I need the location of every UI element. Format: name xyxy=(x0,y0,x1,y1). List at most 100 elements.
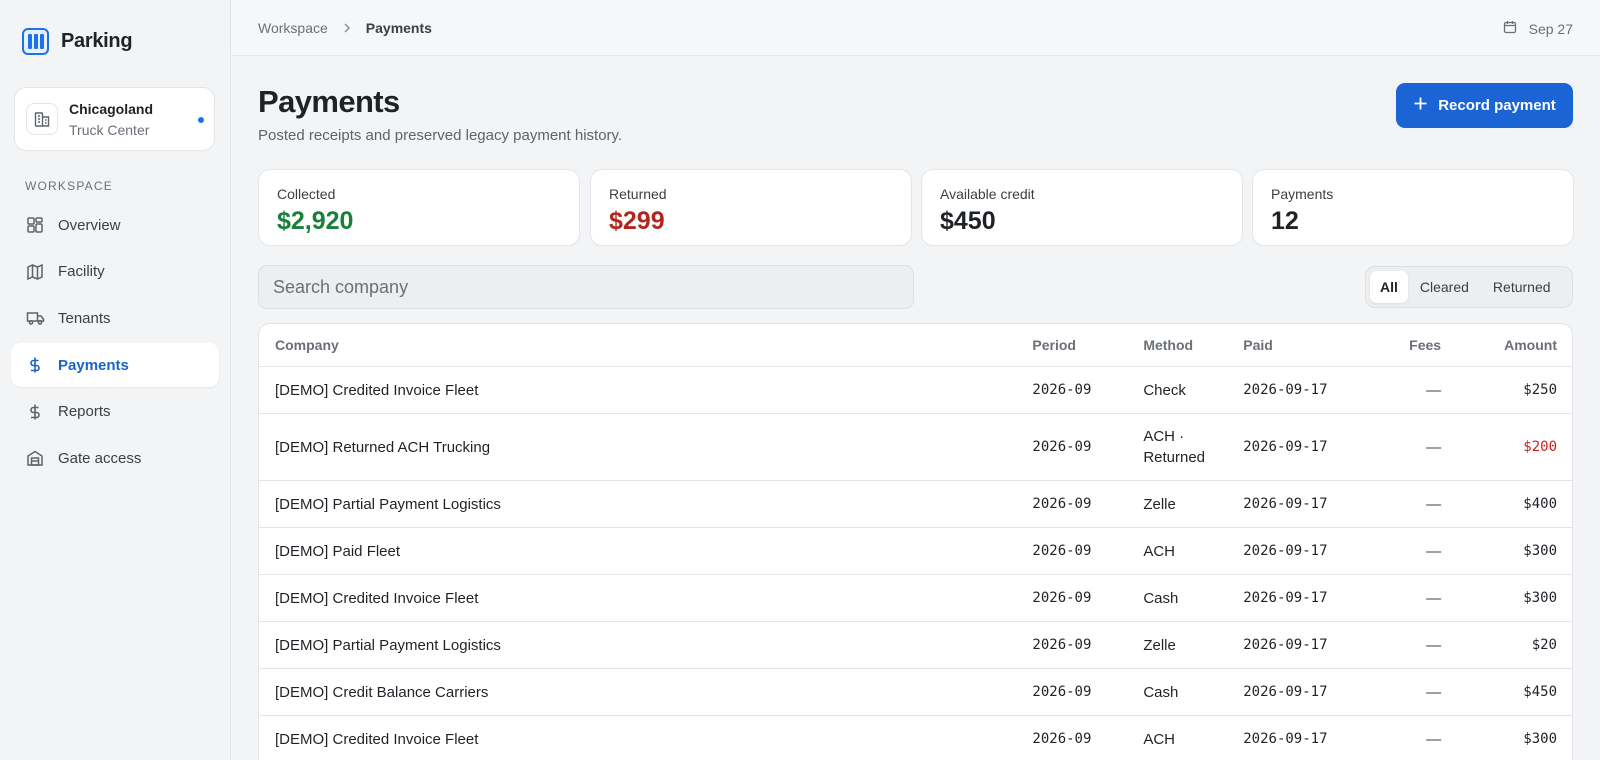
cell-amount: $200 xyxy=(1523,439,1557,455)
stat-card-available-credit: Available credit $450 xyxy=(921,169,1243,246)
record-payment-button[interactable]: Record payment xyxy=(1396,83,1573,128)
sidebar: Parking Chicagoland Truck Center WORKSPA… xyxy=(0,0,231,760)
cell-method: Zelle xyxy=(1143,636,1176,654)
column-header-fees[interactable]: Fees xyxy=(1393,337,1441,353)
stat-label: Collected xyxy=(277,186,336,202)
breadcrumb: Workspace Payments xyxy=(258,20,432,36)
cell-company: [DEMO] Credited Invoice Fleet xyxy=(275,381,479,399)
column-header-amount[interactable]: Amount xyxy=(1441,337,1572,353)
cell-period: 2026-09 xyxy=(1032,543,1092,559)
sidebar-nav: Overview Facility Tenants Payments Repor… xyxy=(11,203,219,483)
cell-company: [DEMO] Paid Fleet xyxy=(275,542,401,560)
table-row[interactable]: [DEMO] Paid Fleet 2026-09 ACH 2026-09-17… xyxy=(259,528,1572,575)
current-date: Sep 27 xyxy=(1528,20,1573,37)
sidebar-item-label: Reports xyxy=(58,403,111,421)
table-row[interactable]: [DEMO] Partial Payment Logistics 2026-09… xyxy=(259,622,1572,669)
breadcrumb-current: Payments xyxy=(365,20,432,36)
cell-fees: — xyxy=(1426,495,1442,513)
cell-amount: $250 xyxy=(1523,382,1557,398)
breadcrumb-workspace[interactable]: Workspace xyxy=(258,20,328,36)
filter-cleared[interactable]: Cleared xyxy=(1408,271,1481,303)
table-row[interactable]: [DEMO] Credited Invoice Fleet 2026-09 AC… xyxy=(259,716,1572,760)
cell-amount: $450 xyxy=(1523,684,1557,700)
cell-fees: — xyxy=(1426,542,1442,560)
stat-label: Available credit xyxy=(940,186,1035,202)
topbar: Workspace Payments Sep 27 xyxy=(231,0,1600,56)
search-input[interactable] xyxy=(258,265,914,309)
record-payment-label: Record payment xyxy=(1438,97,1556,114)
org-switcher[interactable]: Chicagoland Truck Center xyxy=(14,87,215,151)
calendar-icon xyxy=(1503,20,1517,37)
table-row[interactable]: [DEMO] Returned ACH Trucking 2026-09 ACH… xyxy=(259,414,1572,481)
cell-period: 2026-09 xyxy=(1032,590,1092,606)
cell-company: [DEMO] Partial Payment Logistics xyxy=(275,636,501,654)
sidebar-item-reports[interactable]: Reports xyxy=(11,390,219,434)
sidebar-item-overview[interactable]: Overview xyxy=(11,203,219,247)
cell-company: [DEMO] Credit Balance Carriers xyxy=(275,683,489,701)
map-icon xyxy=(25,262,45,282)
table-row[interactable]: [DEMO] Credited Invoice Fleet 2026-09 Ch… xyxy=(259,367,1572,414)
cell-method: Check xyxy=(1143,381,1186,399)
sidebar-item-label: Facility xyxy=(58,263,105,281)
cell-method: ACH · Returned xyxy=(1143,426,1243,468)
sidebar-item-label: Gate access xyxy=(58,449,142,467)
cell-fees: — xyxy=(1426,589,1442,607)
gate-icon xyxy=(25,448,45,468)
cell-paid: 2026-09-17 xyxy=(1243,382,1328,398)
table-row[interactable]: [DEMO] Credited Invoice Fleet 2026-09 Ca… xyxy=(259,575,1572,622)
date-display[interactable]: Sep 27 xyxy=(1503,20,1573,37)
cell-fees: — xyxy=(1426,636,1442,654)
sidebar-item-facility[interactable]: Facility xyxy=(11,250,219,294)
sidebar-item-tenants[interactable]: Tenants xyxy=(11,296,219,340)
status-dot xyxy=(198,117,204,123)
section-label-workspace: WORKSPACE xyxy=(25,179,113,193)
cell-amount: $300 xyxy=(1523,543,1557,559)
cell-company: [DEMO] Credited Invoice Fleet xyxy=(275,589,479,607)
stat-label: Returned xyxy=(609,186,667,202)
status-filter: All Cleared Returned xyxy=(1365,266,1573,308)
building-icon xyxy=(26,103,58,135)
cell-period: 2026-09 xyxy=(1032,496,1092,512)
stat-value: 12 xyxy=(1271,207,1299,235)
payments-table: Company Period Method Paid Fees Amount [… xyxy=(258,323,1573,760)
chevron-right-icon xyxy=(342,22,352,34)
cell-fees: — xyxy=(1426,683,1442,701)
sidebar-item-gate-access[interactable]: Gate access xyxy=(11,436,219,480)
cell-method: Cash xyxy=(1143,589,1179,607)
cell-method: Zelle xyxy=(1143,495,1176,513)
dollar-icon xyxy=(25,402,45,422)
cell-method: ACH xyxy=(1143,542,1175,560)
cell-paid: 2026-09-17 xyxy=(1243,637,1328,653)
sidebar-item-payments[interactable]: Payments xyxy=(11,343,219,388)
column-header-paid[interactable]: Paid xyxy=(1243,337,1393,353)
org-subtitle: Truck Center xyxy=(69,121,150,138)
cell-period: 2026-09 xyxy=(1032,439,1092,455)
table-row[interactable]: [DEMO] Credit Balance Carriers 2026-09 C… xyxy=(259,669,1572,716)
cell-paid: 2026-09-17 xyxy=(1243,590,1328,606)
truck-icon xyxy=(25,308,45,328)
cell-paid: 2026-09-17 xyxy=(1243,731,1328,747)
cell-paid: 2026-09-17 xyxy=(1243,496,1328,512)
column-header-period[interactable]: Period xyxy=(1032,337,1143,353)
cell-paid: 2026-09-17 xyxy=(1243,684,1328,700)
brand[interactable]: Parking xyxy=(22,28,133,55)
column-header-company[interactable]: Company xyxy=(259,337,1032,353)
cell-period: 2026-09 xyxy=(1032,684,1092,700)
sidebar-item-label: Tenants xyxy=(58,309,111,327)
dollar-icon xyxy=(25,355,45,375)
sidebar-item-label: Overview xyxy=(58,216,121,234)
column-header-method[interactable]: Method xyxy=(1143,337,1243,353)
cell-period: 2026-09 xyxy=(1032,731,1092,747)
stat-label: Payments xyxy=(1271,186,1334,202)
table-row[interactable]: [DEMO] Partial Payment Logistics 2026-09… xyxy=(259,481,1572,528)
method-status: Returned xyxy=(1143,449,1206,466)
sidebar-item-label: Payments xyxy=(58,356,129,374)
cell-fees: — xyxy=(1426,438,1442,456)
page-subtitle: Posted receipts and preserved legacy pay… xyxy=(258,127,623,144)
app-name: Parking xyxy=(61,30,133,52)
cell-amount: $20 xyxy=(1531,637,1557,653)
filter-all[interactable]: All xyxy=(1370,271,1408,303)
filter-returned[interactable]: Returned xyxy=(1481,271,1563,303)
stat-card-returned: Returned $299 xyxy=(590,169,912,246)
stat-card-payments: Payments 12 xyxy=(1252,169,1574,246)
